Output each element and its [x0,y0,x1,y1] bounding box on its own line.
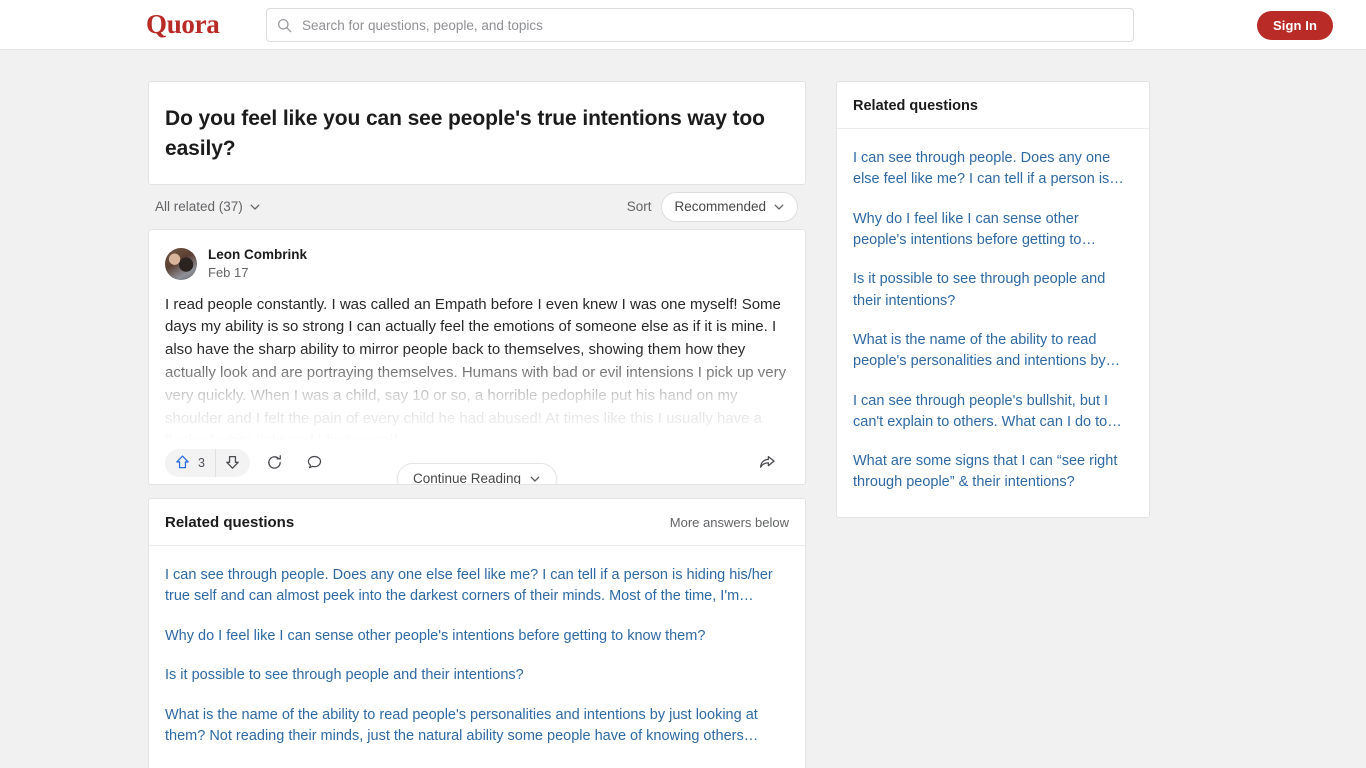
sidebar-related-questions-title: Related questions [837,82,1149,129]
quora-logo[interactable]: Quora [146,9,220,40]
sidebar-related-questions-list: I can see through people. Does any one e… [837,129,1149,517]
list-item[interactable]: What is the name of the ability to read … [165,696,789,757]
sidebar-list-item[interactable]: What are some signs that I can “see righ… [853,442,1133,503]
sidebar-list-item[interactable]: I can see through people. Does any one e… [853,139,1133,200]
sidebar-list-item[interactable]: Is it possible to see through people and… [853,260,1133,321]
share-icon [758,454,776,472]
comment-button[interactable] [300,449,330,477]
all-related-dropdown[interactable]: All related (37) [155,199,261,214]
author-name[interactable]: Leon Combrink [208,246,307,264]
related-questions-list: I can see through people. Does any one e… [149,546,805,768]
list-item[interactable]: Is it possible to see through people and… [165,656,789,695]
comment-icon [306,454,323,471]
list-item[interactable]: I can see through people. Does any one e… [165,556,789,617]
chevron-down-icon [249,201,261,213]
author-info: Leon Combrink Feb 17 [208,246,307,283]
answer-text: I read people constantly. I was called a… [165,294,789,442]
sort-value: Recommended [674,199,766,215]
avatar[interactable] [165,248,197,281]
upvote-icon [174,454,191,471]
upvote-count: 3 [198,455,205,470]
upvote-button[interactable]: 3 [165,448,216,477]
related-questions-header: Related questions More answers below [149,499,805,546]
answer-author-row[interactable]: Leon Combrink Feb 17 [165,246,789,283]
continue-reading-label: Continue Reading [412,471,522,485]
search-bar[interactable] [266,8,1134,42]
repost-button[interactable] [260,449,290,477]
filter-row: All related (37) Sort Recommended [148,185,806,229]
sort-dropdown[interactable]: Recommended [661,191,798,222]
sidebar-related-questions-card: Related questions I can see through peop… [836,81,1150,518]
question-card: Do you feel like you can see people's tr… [148,81,806,185]
related-questions-title: Related questions [165,513,295,531]
page-title: Do you feel like you can see people's tr… [165,107,765,160]
sidebar: Related questions I can see through peop… [836,81,1150,518]
sidebar-list-item[interactable]: What is the name of the ability to read … [853,321,1133,382]
sidebar-list-item[interactable]: I can see through people's bullshit, but… [853,382,1133,443]
sign-in-button[interactable]: Sign In [1256,11,1333,40]
chevron-down-icon [529,473,541,484]
chevron-down-icon [773,201,785,213]
downvote-button[interactable] [216,449,250,477]
sidebar-list-item[interactable]: Why do I feel like I can sense other peo… [853,200,1133,261]
page-body: Do you feel like you can see people's tr… [0,50,1366,768]
vote-pill: 3 [165,448,250,477]
search-input[interactable] [300,16,1123,34]
list-item[interactable]: Why do I feel like I can sense other peo… [165,617,789,656]
answer-card: Leon Combrink Feb 17 I read people const… [148,228,806,485]
list-item[interactable]: I can see through people's bullshit, but… [165,756,789,768]
site-header: Quora Sign In [0,0,1366,50]
sort-label: Sort [626,199,652,215]
continue-reading-button[interactable]: Continue Reading [396,462,558,485]
answer-date: Feb 17 [208,264,249,280]
repost-icon [266,454,283,471]
sort-group: Sort Recommended [626,191,798,222]
search-icon [277,18,292,33]
main-column: Do you feel like you can see people's tr… [148,81,806,768]
share-button[interactable] [753,449,781,477]
downvote-icon [224,454,241,471]
all-related-label: All related (37) [155,199,243,215]
more-answers-below-label[interactable]: More answers below [670,515,789,530]
related-questions-card: Related questions More answers below I c… [148,497,806,768]
